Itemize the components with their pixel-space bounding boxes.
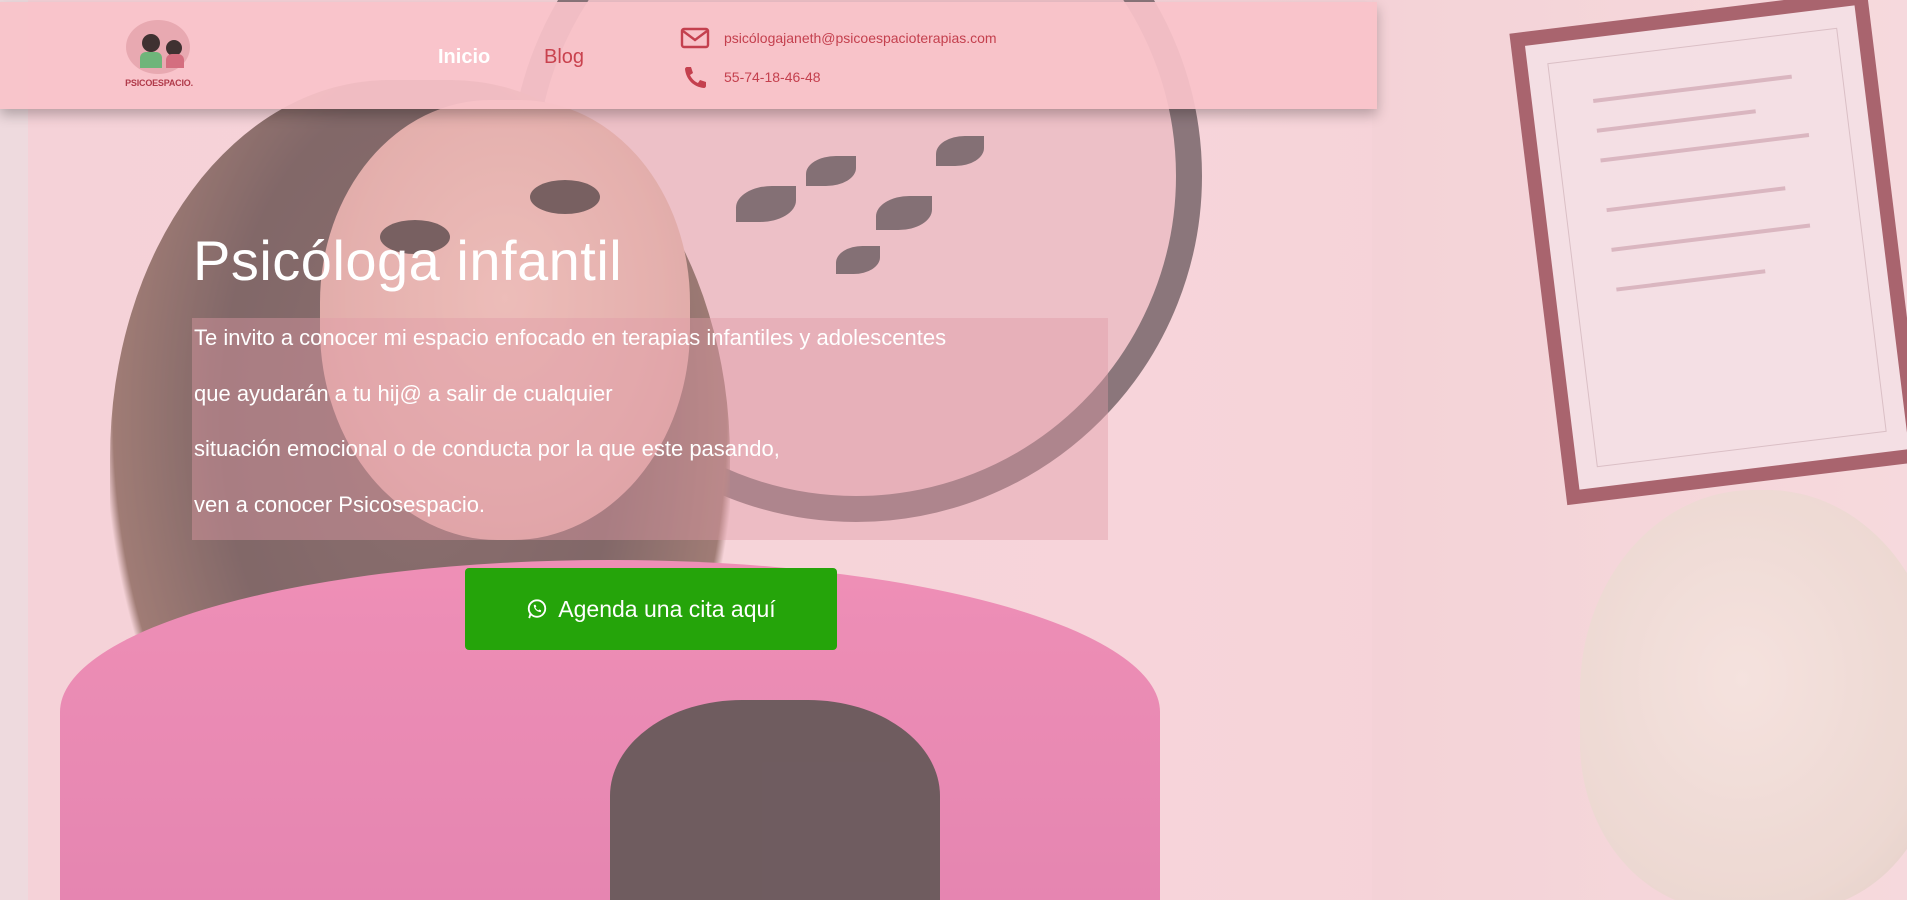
contact-phone-text: 55-74-18-46-48 — [724, 69, 821, 85]
book-appointment-button[interactable]: Agenda una cita aquí — [465, 568, 837, 650]
hero-title: Psicóloga infantil — [193, 229, 623, 292]
nav-inicio[interactable]: Inicio — [438, 46, 490, 69]
contact-email-text: psicólogajaneth@psicoespacioterapias.com — [724, 30, 997, 46]
site-logo[interactable]: PSICOESPACIO. — [120, 20, 198, 94]
hero-line-2: que ayudarán a tu hij@ a salir de cualqu… — [194, 381, 613, 406]
logo-text: PSICOESPACIO. — [125, 78, 193, 88]
hero-line-1: Te invito a conocer mi espacio enfocado … — [194, 325, 947, 350]
hero-line-4: ven a conocer Psicosespacio. — [194, 492, 486, 517]
nav-blog[interactable]: Blog — [544, 46, 584, 69]
phone-icon — [685, 67, 706, 88]
hero-line-3: situación emocional o de conducta por la… — [194, 436, 780, 461]
contact-phone[interactable]: 55-74-18-46-48 — [680, 65, 821, 89]
envelope-icon — [680, 27, 710, 49]
logo-art — [126, 20, 190, 74]
book-appointment-label: Agenda una cita aquí — [558, 595, 776, 622]
site-header: PSICOESPACIO. Inicio Blog psicólogajanet… — [0, 2, 1377, 109]
contact-email[interactable]: psicólogajaneth@psicoespacioterapias.com — [680, 26, 997, 50]
whatsapp-icon — [528, 599, 547, 619]
